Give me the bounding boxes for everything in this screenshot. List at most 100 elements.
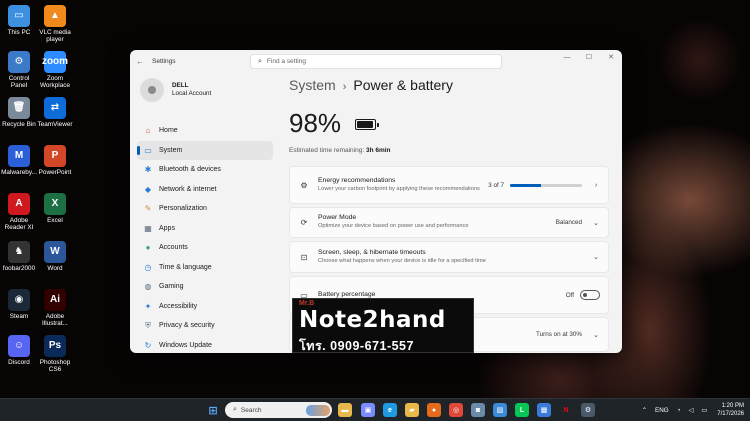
settings-icon[interactable]: ⚙ — [581, 403, 595, 417]
sidebar-item-bluetooth-devices[interactable]: ✱ Bluetooth & devices — [137, 160, 273, 180]
breadcrumb-parent[interactable]: System — [289, 77, 336, 93]
watermark-line1: Mr.B — [299, 300, 315, 307]
desktop-shortcut[interactable]: X Excel — [36, 193, 74, 224]
wifi-icon[interactable]: ◔ — [677, 407, 681, 414]
avatar-head-icon — [148, 86, 156, 94]
folder-icon[interactable]: ▰ — [405, 403, 419, 417]
desktop-shortcut[interactable]: ⚙ Control Panel — [0, 51, 38, 90]
edge-icon[interactable]: e — [383, 403, 397, 417]
setting-card-screen-sleep[interactable]: ⊡ Screen, sleep, & hibernate timeouts Choo… — [289, 241, 609, 273]
desktop-shortcut[interactable]: 🗑 Recycle Bin — [0, 97, 38, 128]
foobar-icon: ♞ — [8, 241, 30, 263]
sidebar-item-apps[interactable]: ▦ Apps — [137, 219, 273, 239]
profile-account-type: Local Account — [172, 90, 212, 97]
desktop-shortcut[interactable]: ♞ foobar2000 — [0, 241, 38, 272]
chevron-icon[interactable]: ⌄ — [592, 253, 600, 261]
desktop-shortcut-label: Control Panel — [8, 75, 30, 90]
desktop-shortcut[interactable]: ⇄ TeamViewer — [36, 97, 74, 128]
accounts-icon: ● — [145, 243, 151, 253]
desktop-shortcut[interactable]: zoom Zoom Workplace — [36, 51, 74, 90]
sidebar-item-windows-update[interactable]: ↻ Windows Update — [137, 336, 273, 354]
desktop-shortcut[interactable]: M Malwareby... — [0, 145, 38, 176]
sidebar-item-gaming[interactable]: ◍ Gaming — [137, 277, 273, 297]
user-profile[interactable]: DELL Local Account — [140, 78, 211, 102]
taskbar-search-placeholder: Search — [240, 406, 262, 414]
desktop-shortcut-label: TeamViewer — [37, 121, 73, 128]
sidebar-item-label: Accessibility — [159, 302, 198, 310]
search-highlight-icon — [306, 404, 330, 416]
clock[interactable]: 1:20 PM 7/17/2026 — [717, 403, 744, 419]
desktop-shortcut[interactable]: W Word — [36, 241, 74, 272]
windows-update-icon: ↻ — [144, 340, 152, 350]
chevron-icon[interactable]: › — [592, 182, 600, 189]
desktop-shortcut[interactable]: ◉ Steam — [0, 289, 38, 320]
minimize-button[interactable]: — — [556, 50, 578, 66]
desktop-shortcut[interactable]: Ps Photoshop CS6 — [36, 335, 74, 374]
sidebar-item-label: Gaming — [159, 283, 184, 291]
setting-card-title: Power Mode — [318, 214, 357, 222]
desktop-shortcut[interactable]: ▭ This PC — [0, 5, 38, 36]
privacy-icon: ⛨ — [145, 320, 151, 330]
battery-level-fill — [357, 121, 374, 128]
desktop-shortcut[interactable]: ☺ Discord — [0, 335, 38, 366]
back-arrow-icon[interactable]: ← — [130, 57, 150, 66]
search-placeholder: Find a setting — [266, 58, 306, 65]
taskbar-search[interactable]: ⌕ Search — [225, 402, 332, 418]
battery-tray-icon[interactable]: ▭ — [701, 407, 707, 414]
search-icon: ⌕ — [233, 406, 237, 413]
store-icon[interactable]: ▩ — [537, 403, 551, 417]
vlc-icon: ▲ — [44, 5, 66, 27]
progress-fill — [510, 183, 541, 187]
chevron-icon[interactable]: ⌄ — [592, 219, 600, 227]
setting-card-control: ⌄ — [582, 253, 600, 261]
zoom-icon: zoom — [42, 51, 68, 73]
close-button[interactable]: ✕ — [600, 50, 622, 66]
photoshop-icon: Ps — [44, 335, 66, 357]
sidebar-item-label: Privacy & security — [159, 322, 215, 330]
line-icon[interactable]: L — [515, 403, 529, 417]
battery-percent: 98% — [289, 108, 342, 138]
sidebar-item-network-internet[interactable]: ◆ Network & internet — [137, 180, 273, 200]
setting-card-power-mode[interactable]: ⟳ Power Mode Optimize your device based on… — [289, 207, 609, 238]
watermark-line2: Note2hand — [299, 307, 446, 333]
sidebar-item-label: Bluetooth & devices — [159, 166, 221, 174]
netflix-icon[interactable]: N — [559, 403, 573, 417]
task-view-icon[interactable]: ▣ — [361, 403, 375, 417]
desktop-shortcut-label: Photoshop CS6 — [39, 359, 71, 374]
recommendations-progress-bar — [510, 183, 582, 187]
maximize-button[interactable]: ☐ — [578, 50, 600, 66]
photos-icon[interactable]: ▨ — [493, 403, 507, 417]
tray-chevron-icon[interactable]: ⌃ — [642, 407, 647, 414]
sidebar-item-accessibility[interactable]: ✦ Accessibility — [137, 297, 273, 317]
sidebar-item-system[interactable]: ▭ System — [137, 140, 273, 160]
sidebar-item-time-language[interactable]: ◷ Time & language — [137, 258, 273, 278]
start-button[interactable]: ⊞ — [206, 403, 220, 417]
find-setting-search[interactable]: ⌕ Find a setting — [250, 54, 502, 69]
desktop-shortcut-label: Adobe Reader XI — [4, 217, 34, 232]
desktop-shortcut[interactable]: Ai Adobe Illustrat... — [36, 289, 74, 328]
setting-card-text: Screen, sleep, & hibernate timeouts Choos… — [318, 249, 582, 265]
desktop-shortcut-label: Recycle Bin — [2, 121, 36, 128]
battery-icon — [355, 119, 379, 130]
desktop-shortcut[interactable]: P PowerPoint — [36, 145, 74, 176]
chrome-icon[interactable]: ◎ — [449, 403, 463, 417]
desktop-shortcut[interactable]: A Adobe Reader XI — [0, 193, 38, 232]
sidebar-item-personalization[interactable]: ✎ Personalization — [137, 199, 273, 219]
desktop-shortcut[interactable]: ▲ VLC media player — [36, 5, 74, 44]
camera-icon[interactable]: ◙ — [471, 403, 485, 417]
network-icon: ◆ — [144, 184, 152, 194]
file-explorer-icon[interactable]: ▬ — [338, 403, 352, 417]
teamviewer-icon: ⇄ — [44, 97, 66, 119]
illustrator-icon: Ai — [44, 289, 66, 311]
sidebar-item-accounts[interactable]: ● Accounts — [137, 238, 273, 258]
sidebar-item-privacy-security[interactable]: ⛨ Privacy & security — [137, 316, 273, 336]
sidebar-item-home[interactable]: ⌂ Home — [137, 121, 273, 141]
estimated-time-remaining: Estimated time remaining: 3h 6min — [289, 147, 391, 154]
steam-icon: ◉ — [8, 289, 30, 311]
battery-percentage-toggle[interactable] — [580, 290, 600, 300]
firefox-icon[interactable]: ● — [427, 403, 441, 417]
volume-icon[interactable]: ◁ — [689, 407, 694, 414]
language-indicator[interactable]: ENG — [655, 407, 669, 414]
setting-card-energy[interactable]: ⚙ Energy recommendations Lower your carbon… — [289, 166, 609, 204]
chevron-icon[interactable]: ⌄ — [592, 331, 600, 339]
